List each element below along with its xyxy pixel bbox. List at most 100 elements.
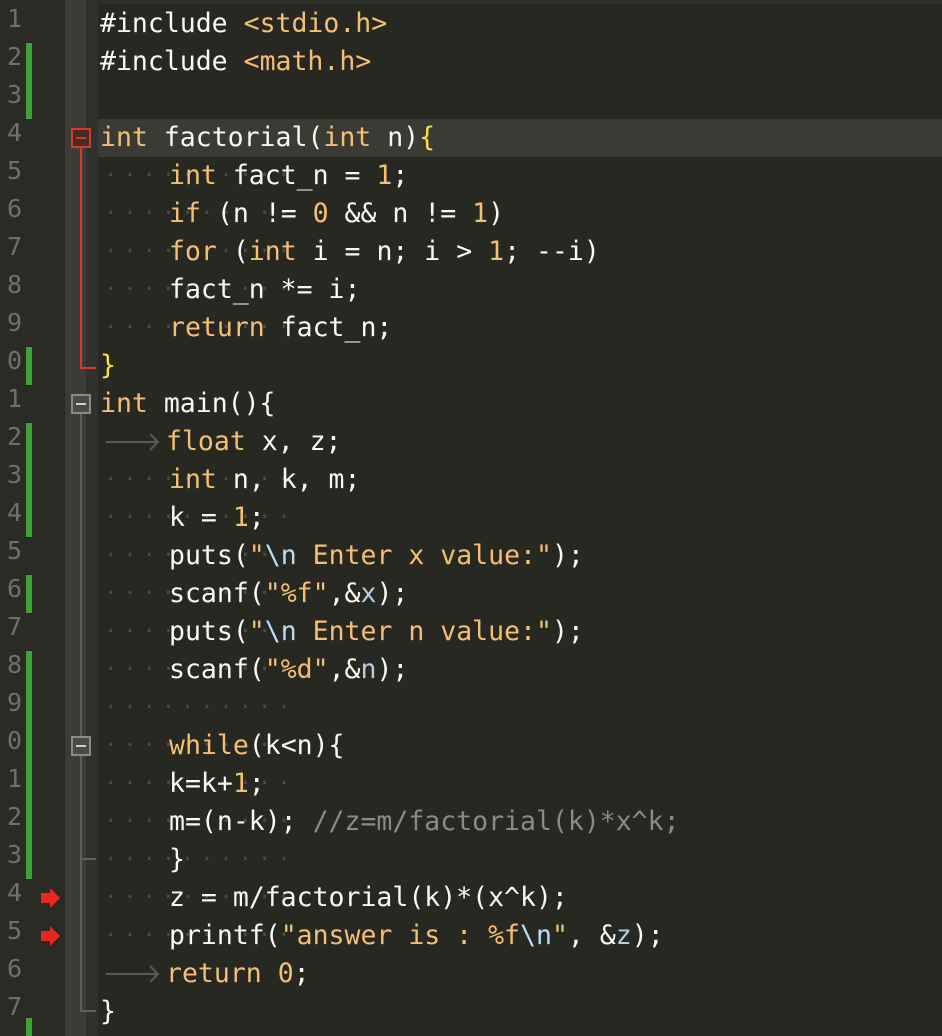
code-text: puts( — [169, 540, 249, 571]
code-line-22[interactable]: m=(n-k); //z=m/factorial(k)*x^k; — [169, 803, 680, 841]
code-text: fact_n; — [264, 312, 393, 343]
type-keyword: int — [323, 122, 372, 153]
fold-range-end — [80, 367, 96, 369]
code-text: fact_n = — [216, 160, 377, 191]
preprocessor-directive: #include — [100, 8, 228, 39]
git-modified-marker — [26, 347, 32, 385]
code-line-11[interactable]: int main(){ — [100, 385, 276, 423]
code-text: main(){ — [147, 388, 276, 419]
fold-toggle-main[interactable] — [71, 394, 91, 414]
control-keyword: if — [169, 198, 201, 229]
string-literal: " — [551, 920, 568, 951]
code-line-4[interactable]: int factorial(int n){ — [100, 119, 435, 157]
tab-arrow-icon — [106, 433, 160, 451]
fold-range-line — [80, 148, 82, 368]
code-line-6[interactable]: if (n != 0 && n != 1) — [169, 195, 504, 233]
number-literal: 0 — [312, 198, 329, 229]
code-line-7[interactable]: for (int i = n; i > 1; --i) — [169, 233, 600, 271]
line-number: 6 — [6, 194, 22, 223]
code-text: ; — [293, 958, 310, 989]
string-literal: Enter n value:" — [296, 616, 552, 647]
fold-toggle-while[interactable] — [71, 736, 91, 756]
code-text: (k<n){ — [248, 730, 345, 761]
code-text: ; — [248, 768, 265, 799]
code-line-12[interactable]: float x, z; — [166, 423, 342, 461]
code-editor[interactable]: 1 2 3 4 5 6 7 8 9 0 1 2 3 4 5 6 7 8 9 0 1 2 3 4 5 6 7 ·········· ·… — [0, 0, 942, 1036]
code-line-17[interactable]: puts("\n Enter n value:"); — [169, 613, 584, 651]
line-number: 1 — [6, 764, 22, 793]
control-keyword: for — [169, 236, 217, 267]
code-text: ; — [248, 502, 265, 533]
string-literal: " — [248, 616, 265, 647]
code-line-1[interactable]: #include <stdio.h> — [100, 5, 387, 43]
code-line-10[interactable]: } — [100, 347, 116, 385]
code-line-2[interactable]: #include <math.h> — [100, 43, 371, 81]
code-line-23[interactable]: } — [169, 841, 185, 879]
code-line-26[interactable]: return 0; — [166, 955, 310, 993]
matched-bracket: } — [100, 350, 116, 381]
type-keyword: float — [166, 426, 246, 457]
breakpoint-arrow-icon[interactable] — [38, 886, 62, 910]
line-number: 3 — [6, 80, 22, 109]
line-number: 4 — [6, 498, 22, 527]
string-literal: " — [248, 540, 265, 571]
escape-sequence: \n — [264, 616, 297, 647]
code-line-16[interactable]: scanf("%f",&x); — [169, 575, 408, 613]
type-keyword: int — [248, 236, 297, 267]
code-line-18[interactable]: scanf("%d",&n); — [169, 651, 408, 689]
code-text: ); — [376, 578, 409, 609]
code-line-9[interactable]: return fact_n; — [169, 309, 392, 347]
code-line-25[interactable]: printf("answer is : %f\n", &z); — [169, 917, 664, 955]
code-text: && n != — [328, 198, 473, 229]
code-line-5[interactable]: int fact_n = 1; — [169, 157, 408, 195]
line-number: 9 — [6, 688, 22, 717]
code-line-20[interactable]: while(k<n){ — [169, 727, 345, 765]
variable-ref: x — [360, 578, 377, 609]
preprocessor-directive: #include — [100, 46, 228, 77]
code-text: , & — [567, 920, 616, 951]
fold-range-end — [80, 858, 96, 860]
code-line-24[interactable]: z = m/factorial(k)*(x^k); — [169, 879, 568, 917]
line-number: 0 — [6, 346, 22, 375]
indent-whitespace: ·········· — [104, 695, 297, 720]
line-number: 4 — [6, 118, 22, 147]
type-keyword: int — [100, 122, 148, 153]
indent-whitespace: ·········· — [104, 847, 297, 872]
code-text: ,& — [328, 654, 361, 685]
code-line-15[interactable]: puts("\n Enter x value:"); — [169, 537, 584, 575]
type-keyword: int — [169, 464, 217, 495]
git-modified-marker — [26, 575, 32, 613]
git-modified-marker — [26, 43, 32, 119]
line-number: 7 — [6, 992, 22, 1021]
control-keyword: return — [166, 958, 262, 989]
code-line-14[interactable]: k = 1; — [169, 499, 265, 537]
code-text: } — [100, 996, 116, 1027]
fold-toggle-factorial[interactable] — [71, 128, 91, 148]
code-text: ); — [551, 540, 584, 571]
line-number: 7 — [6, 612, 22, 641]
git-modified-marker — [26, 727, 32, 879]
breakpoint-arrow-icon[interactable] — [38, 924, 62, 948]
include-header: <math.h> — [243, 46, 372, 77]
code-text: scanf( — [169, 654, 265, 685]
code-text: fact_n *= i; — [169, 274, 361, 305]
code-line-27[interactable]: } — [100, 993, 116, 1031]
line-number: 7 — [6, 232, 22, 261]
line-number: 8 — [6, 650, 22, 679]
number-literal: 1 — [488, 236, 505, 267]
line-number: 1 — [6, 4, 22, 33]
line-number: 3 — [6, 460, 22, 489]
line-number: 8 — [6, 270, 22, 299]
code-line-21[interactable]: k=k+1; — [169, 765, 265, 803]
git-modified-marker — [26, 651, 32, 727]
code-text: ,& — [328, 578, 361, 609]
code-text: (n != — [200, 198, 313, 229]
string-literal: Enter x value:" — [296, 540, 552, 571]
code-line-13[interactable]: int n, k, m; — [169, 461, 360, 499]
line-number: 0 — [6, 726, 22, 755]
number-literal: 1 — [376, 160, 393, 191]
escape-sequence: \n — [520, 920, 552, 951]
code-line-8[interactable]: fact_n *= i; — [169, 271, 360, 309]
code-text: m=(n-k); — [169, 806, 313, 837]
